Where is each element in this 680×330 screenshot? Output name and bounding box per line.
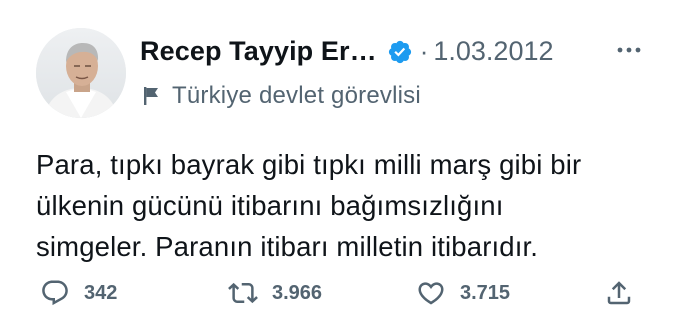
- reply-count: 342: [84, 281, 118, 304]
- verified-badge-icon: [388, 40, 411, 63]
- tweet-date[interactable]: 1.03.2012: [433, 36, 553, 67]
- tweet-header: Recep Tayyip Er… · 1.03.2012: [140, 36, 554, 67]
- retweet-icon: [228, 282, 258, 304]
- reply-icon: [42, 280, 68, 306]
- like-button[interactable]: 3.715: [416, 278, 510, 308]
- share-button[interactable]: [604, 278, 634, 308]
- like-count: 3.715: [460, 281, 511, 304]
- flag-icon: [144, 87, 158, 105]
- government-label[interactable]: Türkiye devlet görevlisi: [142, 82, 421, 110]
- avatar-image: [36, 28, 126, 118]
- avatar[interactable]: [36, 28, 126, 118]
- tweet-text: Para, tıpkı bayrak gibi tıpkı milli marş…: [36, 144, 656, 267]
- tweet-actions: 342 3.966 3.715: [0, 278, 680, 314]
- separator-dot: ·: [419, 36, 429, 66]
- tweet-card[interactable]: Recep Tayyip Er… · 1.03.2012 Türkiye dev…: [0, 0, 680, 330]
- reply-button[interactable]: 342: [40, 278, 117, 308]
- more-options-icon[interactable]: [614, 40, 644, 60]
- tweet-text-line: ülkenin gücünü itibarını bağımsızlığını: [36, 190, 504, 221]
- government-label-text: Türkiye devlet görevlisi: [172, 82, 421, 109]
- retweet-count: 3.966: [272, 281, 323, 304]
- retweet-button[interactable]: 3.966: [228, 278, 322, 308]
- tweet-text-line: Para, tıpkı bayrak gibi tıpkı milli marş…: [36, 149, 582, 180]
- author-name[interactable]: Recep Tayyip Er…: [140, 36, 377, 67]
- share-icon: [607, 281, 631, 305]
- tweet-text-line: simgeler. Paranın itibarı milletin itiba…: [36, 231, 539, 262]
- heart-icon: [418, 282, 444, 305]
